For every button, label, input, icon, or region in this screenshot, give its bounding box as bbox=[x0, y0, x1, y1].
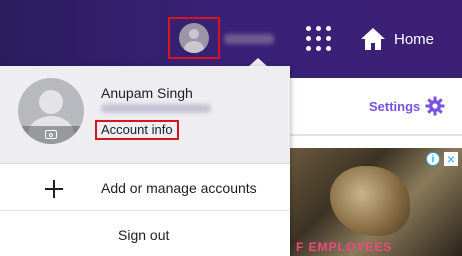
settings-link[interactable]: Settings bbox=[369, 99, 420, 114]
profile-avatar-button[interactable] bbox=[168, 17, 220, 59]
camera-icon[interactable] bbox=[45, 130, 57, 139]
advertisement[interactable]: i × F EMPLOYEES bbox=[290, 148, 462, 256]
ad-image bbox=[330, 166, 410, 236]
ad-info-icon[interactable]: i bbox=[426, 152, 440, 166]
divider bbox=[290, 134, 462, 136]
account-header: Anupam Singh Account info bbox=[0, 66, 290, 163]
home-button[interactable]: Home bbox=[360, 24, 434, 54]
home-icon bbox=[361, 28, 385, 50]
ad-close-icon[interactable]: × bbox=[444, 152, 458, 166]
user-avatar-icon bbox=[179, 23, 209, 53]
user-name: Anupam Singh bbox=[101, 85, 193, 101]
apps-grid-icon[interactable] bbox=[306, 26, 332, 52]
divider bbox=[0, 163, 290, 164]
gear-icon[interactable] bbox=[425, 96, 445, 116]
divider bbox=[0, 210, 290, 211]
plus-icon bbox=[44, 179, 64, 199]
profile-photo[interactable] bbox=[18, 78, 84, 144]
account-dropdown-menu: Anupam Singh Account info Add or manage … bbox=[0, 66, 290, 256]
blurred-email bbox=[101, 104, 211, 113]
sign-out-button[interactable]: Sign out bbox=[118, 227, 169, 243]
blurred-username bbox=[224, 34, 274, 44]
home-label: Home bbox=[394, 30, 435, 48]
add-manage-accounts-link[interactable]: Add or manage accounts bbox=[101, 180, 257, 196]
ad-text: F EMPLOYEES bbox=[296, 240, 393, 254]
account-info-link[interactable]: Account info bbox=[95, 120, 179, 140]
